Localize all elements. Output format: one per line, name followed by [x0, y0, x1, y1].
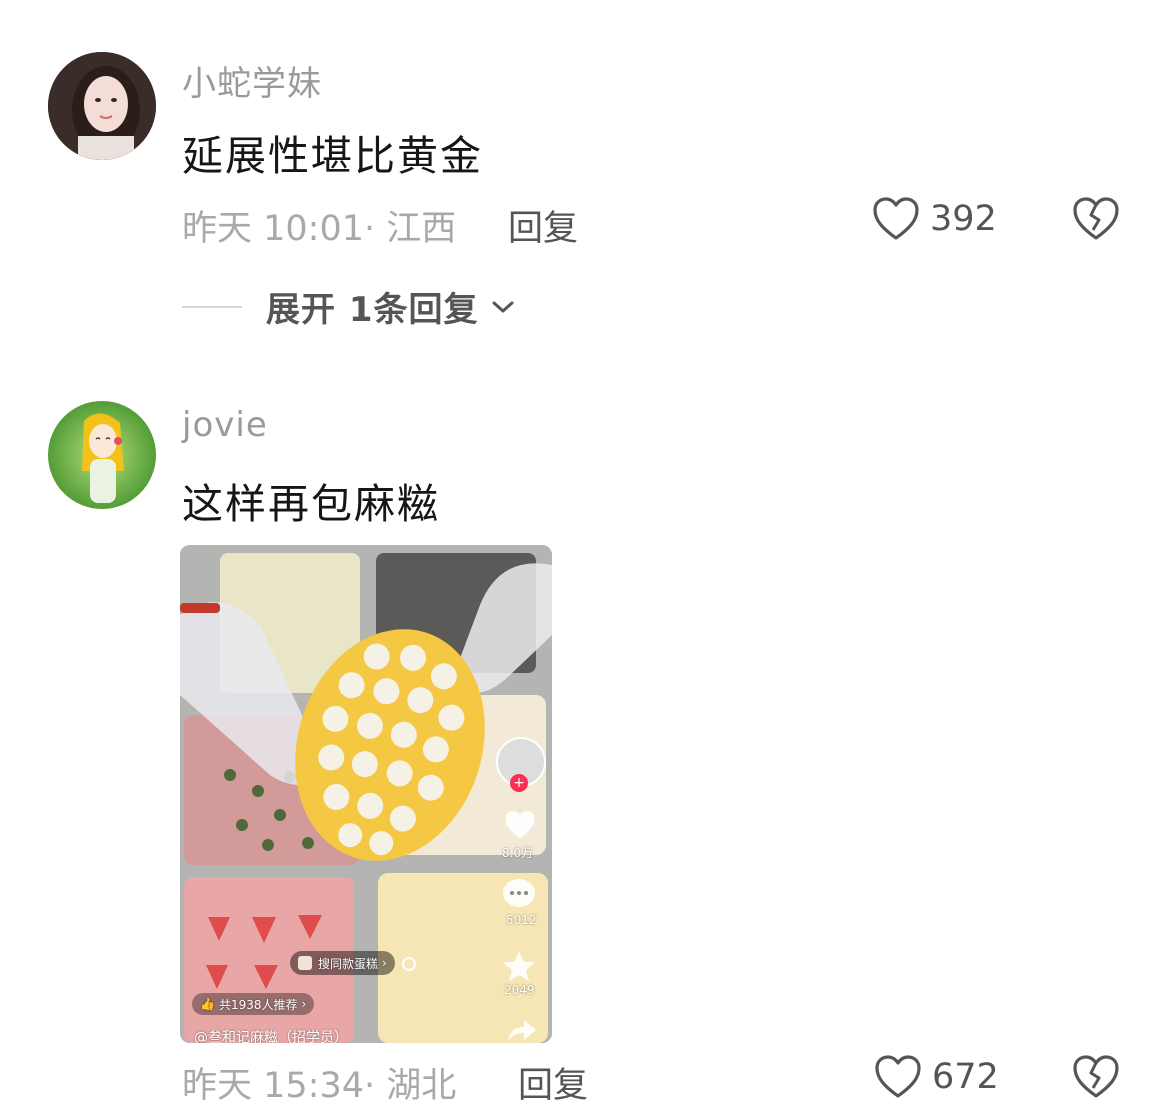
- like-count: 672: [932, 1057, 999, 1097]
- video-comment-count: 5012: [506, 913, 537, 927]
- avatar-image: [48, 52, 156, 160]
- comment-time: 昨天 15:34: [182, 1066, 364, 1106]
- avatar-image: [48, 401, 156, 509]
- video-like-icon[interactable]: [502, 809, 538, 841]
- comment-username[interactable]: jovie: [182, 405, 268, 445]
- like-button[interactable]: 392: [872, 196, 997, 242]
- divider-line: [182, 305, 242, 308]
- meta-separator: ·: [364, 1066, 387, 1106]
- comment-text: 这样再包麻糍: [182, 480, 440, 528]
- reply-button[interactable]: 回复: [518, 1057, 588, 1108]
- video-author[interactable]: @叁和记麻糍（招学员）: [194, 1027, 348, 1043]
- comment-meta: 昨天 10:01· 江西: [182, 200, 456, 251]
- like-button[interactable]: 672: [874, 1054, 999, 1100]
- comment-location: 江西: [386, 209, 457, 249]
- video-comment-icon[interactable]: [502, 878, 536, 910]
- reply-button[interactable]: 回复: [508, 200, 578, 251]
- search-same-cake-tag[interactable]: 搜同款蛋糕 ›: [290, 951, 395, 975]
- video-favorite-star-icon[interactable]: [501, 949, 537, 983]
- chevron-right-icon: ›: [301, 997, 307, 1011]
- video-share-icon[interactable]: [504, 1017, 538, 1043]
- recommend-label: 共1938人推荐: [218, 997, 298, 1012]
- avatar[interactable]: [48, 401, 156, 509]
- broken-heart-icon: [1073, 1055, 1119, 1098]
- heart-icon: [873, 197, 919, 240]
- video-favorite-count: 2049: [504, 983, 535, 997]
- expand-replies-label: 展开 1条回复: [266, 290, 479, 330]
- dislike-button[interactable]: [1072, 196, 1120, 246]
- comment-text: 延展性堪比黄金: [182, 132, 483, 180]
- recommend-pill[interactable]: 👍 共1938人推荐 ›: [192, 993, 315, 1015]
- follow-plus-icon[interactable]: +: [510, 774, 528, 792]
- expand-replies[interactable]: 展开 1条回复: [182, 282, 517, 331]
- comment-username[interactable]: 小蛇学妹: [182, 56, 322, 105]
- thumbs-up-icon: 👍: [200, 997, 215, 1011]
- avatar[interactable]: [48, 52, 156, 160]
- dislike-button[interactable]: [1072, 1054, 1120, 1104]
- video-thumbnail[interactable]: + 8.0万 5012 2049 搜同款蛋糕 › 👍 共1938人推荐 › @叁…: [180, 545, 552, 1043]
- comment-location: 湖北: [386, 1066, 457, 1106]
- broken-heart-icon: [1073, 197, 1119, 240]
- comment-time: 昨天 10:01: [182, 209, 364, 249]
- tag-dot-icon: [402, 957, 416, 971]
- chevron-right-icon: ›: [382, 956, 387, 970]
- comment-meta: 昨天 15:34· 湖北: [182, 1057, 456, 1108]
- chevron-down-icon: [492, 301, 513, 312]
- like-count: 392: [930, 199, 997, 239]
- meta-separator: ·: [364, 209, 387, 249]
- video-like-count: 8.0万: [502, 846, 534, 860]
- cake-thumb-icon: [298, 956, 312, 970]
- search-tag-label: 搜同款蛋糕: [318, 956, 379, 971]
- heart-icon: [875, 1055, 921, 1098]
